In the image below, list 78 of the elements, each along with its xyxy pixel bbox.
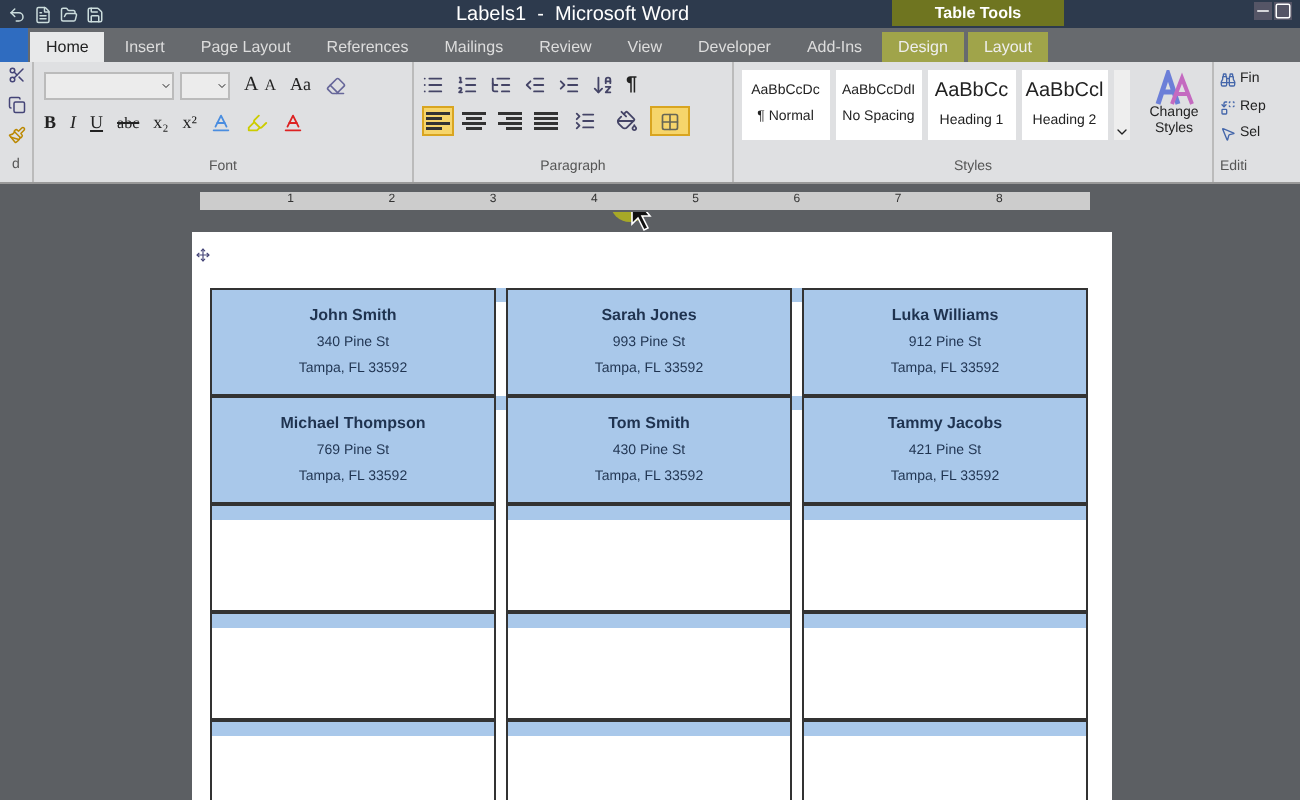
recipient-name: Sarah Jones bbox=[601, 303, 697, 327]
recipient-name: Luka Williams bbox=[891, 303, 999, 327]
spacer-cell-marker bbox=[496, 288, 506, 302]
recipient-name: Tammy Jacobs bbox=[887, 411, 1003, 435]
copy-icon[interactable] bbox=[7, 96, 25, 115]
grow-font-button[interactable]: A bbox=[244, 70, 259, 100]
table-move-handle[interactable] bbox=[196, 248, 210, 262]
alignment-icon bbox=[426, 111, 450, 131]
scissors-icon[interactable] bbox=[7, 66, 25, 84]
recipient-name: Tom Smith bbox=[608, 411, 690, 435]
label-cell[interactable] bbox=[802, 504, 1088, 612]
style-preview: AaBbCcl bbox=[1025, 78, 1104, 107]
spacer-cell-marker bbox=[792, 396, 802, 410]
window-title: Labels1 - Microsoft Word bbox=[456, 1, 690, 29]
borders-icon bbox=[660, 111, 680, 131]
maximize-icon[interactable] bbox=[1274, 2, 1292, 20]
ribbon-tab[interactable]: Review bbox=[523, 32, 608, 62]
multilevel-list-icon[interactable] bbox=[490, 74, 512, 96]
sort-icon[interactable] bbox=[592, 74, 614, 96]
align-button[interactable] bbox=[494, 106, 526, 136]
ribbon-tab[interactable]: Home bbox=[30, 32, 105, 62]
change-case-button[interactable]: Aa bbox=[290, 71, 312, 99]
align-button[interactable] bbox=[422, 106, 454, 136]
label-cell[interactable] bbox=[210, 504, 496, 612]
underline-button[interactable]: U bbox=[90, 110, 104, 137]
label-cell[interactable] bbox=[506, 612, 792, 720]
recipient-name: Michael Thompson bbox=[280, 411, 426, 435]
bullets-icon[interactable] bbox=[422, 74, 444, 96]
save-icon[interactable] bbox=[86, 5, 104, 23]
ribbon-tab[interactable]: Mailings bbox=[428, 32, 520, 62]
superscript-button[interactable]: x² bbox=[182, 110, 197, 137]
label-cell[interactable] bbox=[802, 720, 1088, 800]
ribbon-tab[interactable]: References bbox=[310, 32, 425, 62]
font-name-field[interactable] bbox=[44, 71, 174, 99]
ribbon-tab[interactable]: View bbox=[611, 32, 678, 62]
font-size-field[interactable] bbox=[180, 71, 230, 99]
decrease-indent-icon[interactable] bbox=[524, 74, 546, 96]
ribbon-tab[interactable]: Add-Ins bbox=[790, 32, 879, 62]
find-icon[interactable] bbox=[1220, 72, 1236, 89]
label-cell[interactable] bbox=[506, 720, 792, 800]
increase-indent-icon[interactable] bbox=[558, 74, 580, 96]
shrink-font-button[interactable]: A bbox=[264, 73, 277, 97]
spacer-cell-marker bbox=[496, 396, 506, 410]
numbering-icon[interactable] bbox=[456, 74, 478, 96]
align-button[interactable] bbox=[458, 106, 490, 136]
alignment-icon bbox=[462, 111, 486, 131]
text-effects-icon[interactable] bbox=[210, 112, 233, 135]
pointer-icon[interactable] bbox=[1220, 126, 1236, 143]
ribbon-tab[interactable]: Page Layout bbox=[184, 32, 307, 62]
label-cell[interactable] bbox=[802, 612, 1088, 720]
label-cell[interactable] bbox=[210, 720, 496, 800]
borders-button[interactable] bbox=[650, 106, 690, 136]
ribbon-tab[interactable]: Insert bbox=[108, 32, 181, 62]
shading-icon[interactable] bbox=[616, 110, 638, 132]
show-marks-button[interactable]: ¶ bbox=[626, 70, 638, 100]
label-cell[interactable] bbox=[506, 504, 792, 612]
label-cell[interactable] bbox=[210, 612, 496, 720]
strikethrough-button[interactable]: abc bbox=[117, 111, 140, 136]
eraser-icon[interactable] bbox=[325, 75, 346, 95]
style-preview: AaBbCc bbox=[934, 78, 1009, 107]
folder-icon[interactable] bbox=[60, 5, 78, 23]
minimize-icon[interactable] bbox=[1254, 2, 1272, 20]
undo-icon[interactable] bbox=[8, 5, 26, 23]
bold-button[interactable]: B bbox=[44, 110, 57, 137]
ribbon-tab[interactable]: Developer bbox=[682, 32, 787, 62]
alignment-icon bbox=[534, 111, 558, 131]
subscript-button[interactable]: x₂ bbox=[153, 110, 169, 137]
recipient-name: John Smith bbox=[309, 303, 397, 327]
italic-button[interactable]: I bbox=[70, 110, 77, 137]
font-color-icon[interactable] bbox=[282, 112, 305, 135]
align-button[interactable] bbox=[530, 106, 562, 136]
change-styles-icon[interactable] bbox=[1154, 70, 1194, 106]
context-tab-title: Table Tools bbox=[934, 3, 1022, 23]
new-document-icon[interactable] bbox=[34, 5, 52, 23]
spacer-cell-marker bbox=[792, 288, 802, 302]
replace-icon[interactable] bbox=[1220, 99, 1236, 116]
line-spacing-icon[interactable] bbox=[574, 110, 596, 132]
alignment-icon bbox=[498, 111, 522, 131]
